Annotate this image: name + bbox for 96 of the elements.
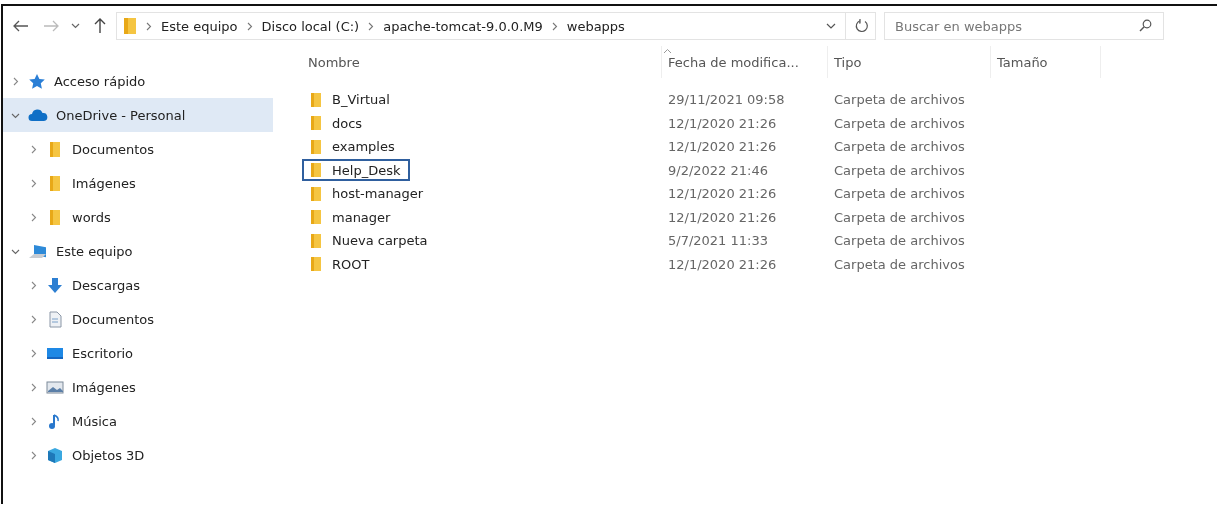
sort-caret-icon: [663, 48, 672, 54]
table-cell-text: 12/1/2020 21:26: [667, 139, 778, 155]
sidebar-label: Imágenes: [72, 379, 136, 395]
file-item[interactable]: Nueva carpeta: [302, 229, 438, 252]
folder-icon: [310, 162, 322, 179]
chevron-right-icon: [246, 21, 253, 31]
sidebar-label: Escritorio: [72, 345, 134, 361]
sidebar-label: Documentos: [72, 311, 155, 327]
sidebar-item[interactable]: Objetos 3D: [3, 438, 273, 472]
folder-icon: [310, 209, 322, 226]
computer-icon: [28, 243, 48, 259]
chevron-right-icon[interactable]: [29, 178, 38, 188]
table-cell-text: Carpeta de archivos: [833, 92, 966, 108]
sidebar-item[interactable]: OneDrive - Personal: [3, 98, 273, 132]
sidebar-item[interactable]: Este equipo: [3, 234, 273, 268]
cloud-icon: [28, 108, 48, 122]
file-item[interactable]: Help_Desk: [302, 159, 411, 182]
table-cell-text: 12/1/2020 21:26: [667, 186, 778, 202]
folder-icon: [310, 232, 322, 249]
back-icon[interactable]: [13, 20, 29, 32]
column-header[interactable]: Fecha de modifica...: [662, 46, 828, 78]
sidebar-item[interactable]: Escritorio: [3, 336, 273, 370]
chevron-right-icon: [146, 21, 152, 31]
sidebar-label: Imágenes: [72, 175, 136, 191]
chevron-right-icon[interactable]: [29, 144, 38, 154]
column-header[interactable]: Nombre: [302, 46, 662, 78]
file-item[interactable]: manager: [302, 206, 401, 229]
table-cell-text: 9/2/2022 21:46: [667, 162, 769, 178]
folder-icon: [310, 185, 322, 202]
refresh-icon[interactable]: [855, 19, 869, 33]
address-bar[interactable]: Este equipo Disco local (C:) apache-tomcat-9.0.0.M9 webapps: [116, 12, 876, 40]
sidebar-label: Objetos 3D: [72, 447, 145, 463]
breadcrumb[interactable]: Disco local (C:): [261, 18, 360, 34]
search-field[interactable]: Buscar en webapps: [884, 12, 1164, 40]
sidebar-item[interactable]: Documentos: [3, 302, 273, 336]
table-cell-text: 12/1/2020 21:26: [667, 209, 778, 225]
file-item[interactable]: ROOT: [302, 253, 380, 276]
file-item[interactable]: host-manager: [302, 182, 434, 205]
table-cell-text: Carpeta de archivos: [833, 233, 966, 249]
sidebar-label: Este equipo: [56, 243, 133, 259]
chevron-right-icon: [368, 21, 375, 31]
folder-icon: [310, 256, 322, 273]
sidebar-label: OneDrive - Personal: [56, 107, 186, 123]
folder-icon: [310, 115, 322, 132]
file-item[interactable]: examples: [302, 135, 405, 158]
chevron-right-icon[interactable]: [29, 348, 38, 358]
table-cell-text: Carpeta de archivos: [833, 256, 966, 272]
cube-icon: [46, 446, 64, 464]
download-icon: [46, 276, 64, 294]
sidebar-label: Documentos: [72, 141, 155, 157]
chevron-down-icon[interactable]: [826, 22, 836, 30]
chevron-right-icon: [551, 21, 558, 31]
sidebar-item[interactable]: Imágenes: [3, 166, 273, 200]
sidebar-item[interactable]: Documentos: [3, 132, 273, 166]
document-icon: [46, 310, 64, 328]
folder-icon: [310, 91, 322, 108]
breadcrumb[interactable]: webapps: [566, 18, 625, 34]
column-header[interactable]: Tamaño: [991, 46, 1101, 78]
sidebar-label: Música: [72, 413, 117, 429]
breadcrumb[interactable]: Este equipo: [161, 18, 238, 34]
sidebar-item[interactable]: Imágenes: [3, 370, 273, 404]
sidebar-item[interactable]: words: [3, 200, 273, 234]
pictures-icon: [46, 378, 64, 396]
chevron-right-icon[interactable]: [29, 382, 38, 392]
chevron-right-icon[interactable]: [29, 280, 38, 290]
table-cell-text: 29/11/2021 09:58: [667, 92, 786, 108]
table-cell-text: Carpeta de archivos: [833, 139, 966, 155]
sidebar-label: Descargas: [72, 277, 140, 293]
table-cell-text: 5/7/2021 11:33: [667, 233, 769, 249]
chevron-right-icon[interactable]: [29, 212, 38, 222]
file-item[interactable]: B_Virtual: [302, 88, 400, 111]
up-arrow-icon[interactable]: [94, 18, 106, 34]
chevron-right-icon[interactable]: [29, 416, 38, 426]
forward-icon[interactable]: [43, 20, 59, 32]
table-cell-text: 12/1/2020 21:26: [667, 256, 778, 272]
file-item[interactable]: docs: [302, 112, 373, 135]
table-cell-text: Carpeta de archivos: [833, 162, 966, 178]
sidebar-item[interactable]: Descargas: [3, 268, 273, 302]
search-icon: [1139, 19, 1152, 32]
breadcrumb[interactable]: apache-tomcat-9.0.0.M9: [383, 18, 543, 34]
sidebar-label: words: [72, 209, 111, 225]
column-header[interactable]: Tipo: [828, 46, 991, 78]
chevron-down-icon[interactable]: [71, 23, 80, 29]
sidebar-item[interactable]: Música: [3, 404, 273, 438]
chevron-right-icon[interactable]: [29, 450, 38, 460]
table-cell-text: 12/1/2020 21:26: [667, 115, 778, 131]
folder-icon: [310, 138, 322, 155]
table-cell-text: Carpeta de archivos: [833, 115, 966, 131]
table-cell-text: Carpeta de archivos: [833, 209, 966, 225]
sidebar-label: Acceso rápido: [54, 73, 146, 89]
table-cell-text: Carpeta de archivos: [833, 186, 966, 202]
chevron-right-icon[interactable]: [11, 76, 20, 86]
chevron-right-icon[interactable]: [29, 314, 38, 324]
folder-icon: [123, 17, 137, 35]
star-icon: [28, 72, 46, 90]
sidebar-item[interactable]: Acceso rápido: [3, 64, 273, 98]
